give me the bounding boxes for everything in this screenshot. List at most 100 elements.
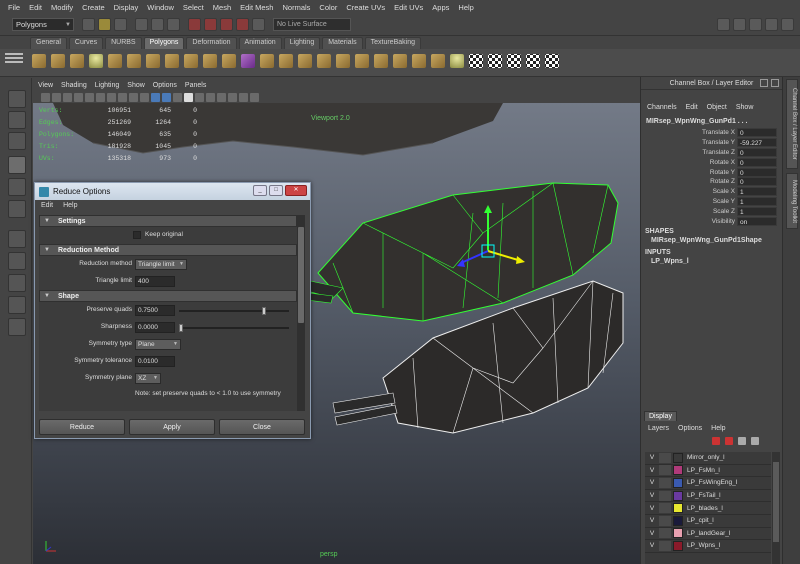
dialog-menu-help[interactable]: Help: [63, 202, 77, 209]
layer-row[interactable]: V LP_blades_l: [645, 502, 771, 515]
sharpness-field[interactable]: 0.0000: [135, 322, 175, 333]
triangulate-icon[interactable]: [450, 54, 464, 68]
layer-visibility-toggle[interactable]: V: [645, 530, 659, 537]
camera-attributes-icon[interactable]: [41, 92, 50, 102]
layer-color-swatch[interactable]: [673, 490, 683, 501]
cb-menu-edit[interactable]: Edit: [686, 104, 698, 111]
menu-create-uvs[interactable]: Create UVs: [346, 3, 385, 12]
layer-row[interactable]: V LP_FsWingEng_l: [645, 477, 771, 490]
layer-color-swatch[interactable]: [673, 477, 683, 488]
close-panel-icon[interactable]: [771, 79, 779, 87]
close-icon[interactable]: ✕: [285, 185, 307, 196]
gate-mask-icon[interactable]: [107, 92, 116, 102]
float-panel-icon[interactable]: [760, 79, 768, 87]
shape-frame-header[interactable]: ▼ Shape: [39, 290, 297, 302]
menu-help[interactable]: Help: [458, 3, 473, 12]
poly-torus-icon[interactable]: [127, 54, 141, 68]
move-layer-up-icon[interactable]: [712, 437, 720, 445]
render-frame-icon[interactable]: [733, 18, 746, 31]
slider-handle[interactable]: [179, 324, 183, 332]
anti-aliasing-icon[interactable]: [250, 92, 259, 102]
menu-normals[interactable]: Normals: [282, 3, 310, 12]
bevel-icon[interactable]: [317, 54, 331, 68]
layer-playback-toggle[interactable]: [659, 515, 671, 526]
settings-frame-header[interactable]: ▼ Settings: [39, 215, 297, 227]
poly-sphere-icon[interactable]: [32, 54, 46, 68]
poly-cone-icon[interactable]: [89, 54, 103, 68]
attr-name[interactable]: Scale Z: [641, 208, 737, 215]
resolution-gate-icon[interactable]: [96, 92, 105, 102]
four-view-layout-icon[interactable]: [8, 252, 26, 270]
attr-name[interactable]: Rotate Y: [641, 169, 737, 176]
reduction-method-dropdown[interactable]: Triangle limit ▼: [135, 259, 187, 270]
attr-value-field[interactable]: 1: [737, 196, 777, 206]
layout-options-icon[interactable]: [8, 318, 26, 336]
render-view-icon[interactable]: [717, 18, 730, 31]
isolate-select-icon[interactable]: [206, 92, 215, 102]
shelf-tab-materials[interactable]: Materials: [322, 37, 363, 49]
new-scene-icon[interactable]: [82, 18, 95, 31]
selected-node-name[interactable]: MIRsep_WpnWng_GunPd1 . . .: [641, 118, 782, 128]
menu-edit-mesh[interactable]: Edit Mesh: [240, 3, 273, 12]
render-settings-icon[interactable]: [765, 18, 778, 31]
layer-row[interactable]: V Mirror_only_l: [645, 452, 771, 465]
menu-apps[interactable]: Apps: [432, 3, 449, 12]
attr-value-field[interactable]: on: [737, 216, 777, 226]
new-layer-from-selection-icon[interactable]: [751, 437, 759, 445]
move-tool-icon[interactable]: [8, 156, 26, 174]
menu-modify[interactable]: Modify: [51, 3, 73, 12]
append-icon[interactable]: [298, 54, 312, 68]
le-menu-options[interactable]: Options: [678, 425, 702, 432]
apply-button[interactable]: Apply: [129, 419, 215, 435]
symmetry-type-dropdown[interactable]: Plane ▼: [135, 339, 181, 350]
shelf-tab-deformation[interactable]: Deformation: [186, 37, 237, 49]
snap-curve-icon[interactable]: [204, 18, 217, 31]
attr-name[interactable]: Visibility: [641, 218, 737, 225]
layer-row[interactable]: V LP_FsTail_l: [645, 490, 771, 503]
smooth-icon[interactable]: [241, 54, 255, 68]
layer-visibility-toggle[interactable]: V: [645, 454, 659, 461]
layer-playback-toggle[interactable]: [659, 528, 671, 539]
layer-row[interactable]: V LP_cpit_l: [645, 515, 771, 528]
persp-graph-layout-icon[interactable]: [8, 296, 26, 314]
maximize-button[interactable]: □: [269, 185, 283, 196]
menu-select[interactable]: Select: [183, 3, 204, 12]
paint-select-tool-icon[interactable]: [8, 132, 26, 150]
layer-row[interactable]: V LP_landGear_l: [645, 528, 771, 541]
attr-name[interactable]: Rotate Z: [641, 178, 737, 185]
attr-name[interactable]: Scale Y: [641, 198, 737, 205]
attr-value-field[interactable]: 1: [737, 187, 777, 197]
le-menu-layers[interactable]: Layers: [648, 425, 669, 432]
reduce-button[interactable]: Reduce: [39, 419, 125, 435]
le-menu-help[interactable]: Help: [711, 425, 725, 432]
snap-grid-icon[interactable]: [188, 18, 201, 31]
layer-visibility-toggle[interactable]: V: [645, 517, 659, 524]
single-perspective-layout-icon[interactable]: [8, 230, 26, 248]
separate-icon[interactable]: [222, 54, 236, 68]
snap-point-icon[interactable]: [220, 18, 233, 31]
layer-playback-toggle[interactable]: [659, 490, 671, 501]
menu-mesh[interactable]: Mesh: [213, 3, 231, 12]
poly-pyramid-icon[interactable]: [184, 54, 198, 68]
image-plane-icon[interactable]: [63, 92, 72, 102]
menu-edit-uvs[interactable]: Edit UVs: [394, 3, 423, 12]
layer-playback-toggle[interactable]: [659, 477, 671, 488]
side-tab-modeling-toolkit[interactable]: Modeling Toolkit: [786, 173, 798, 229]
panel-menu-panels[interactable]: Panels: [185, 82, 206, 89]
safe-action-icon[interactable]: [129, 92, 138, 102]
options-scrollbar[interactable]: [297, 215, 305, 411]
poly-cylinder-icon[interactable]: [70, 54, 84, 68]
snap-view-plane-icon[interactable]: [236, 18, 249, 31]
attr-name[interactable]: Scale X: [641, 188, 737, 195]
textured-icon[interactable]: [173, 92, 182, 102]
extrude-icon[interactable]: [260, 54, 274, 68]
move-layer-down-icon[interactable]: [725, 437, 733, 445]
preserve-quads-slider[interactable]: [179, 307, 289, 315]
layer-visibility-toggle[interactable]: V: [645, 479, 659, 486]
poly-disc-icon[interactable]: [146, 54, 160, 68]
slider-handle[interactable]: [261, 307, 266, 315]
cylindrical-map-icon[interactable]: [488, 54, 502, 68]
layer-row[interactable]: V LP_FsMn_l: [645, 465, 771, 478]
backface-culling-icon[interactable]: [228, 92, 237, 102]
menu-set-dropdown[interactable]: Polygons ▼: [12, 18, 74, 31]
